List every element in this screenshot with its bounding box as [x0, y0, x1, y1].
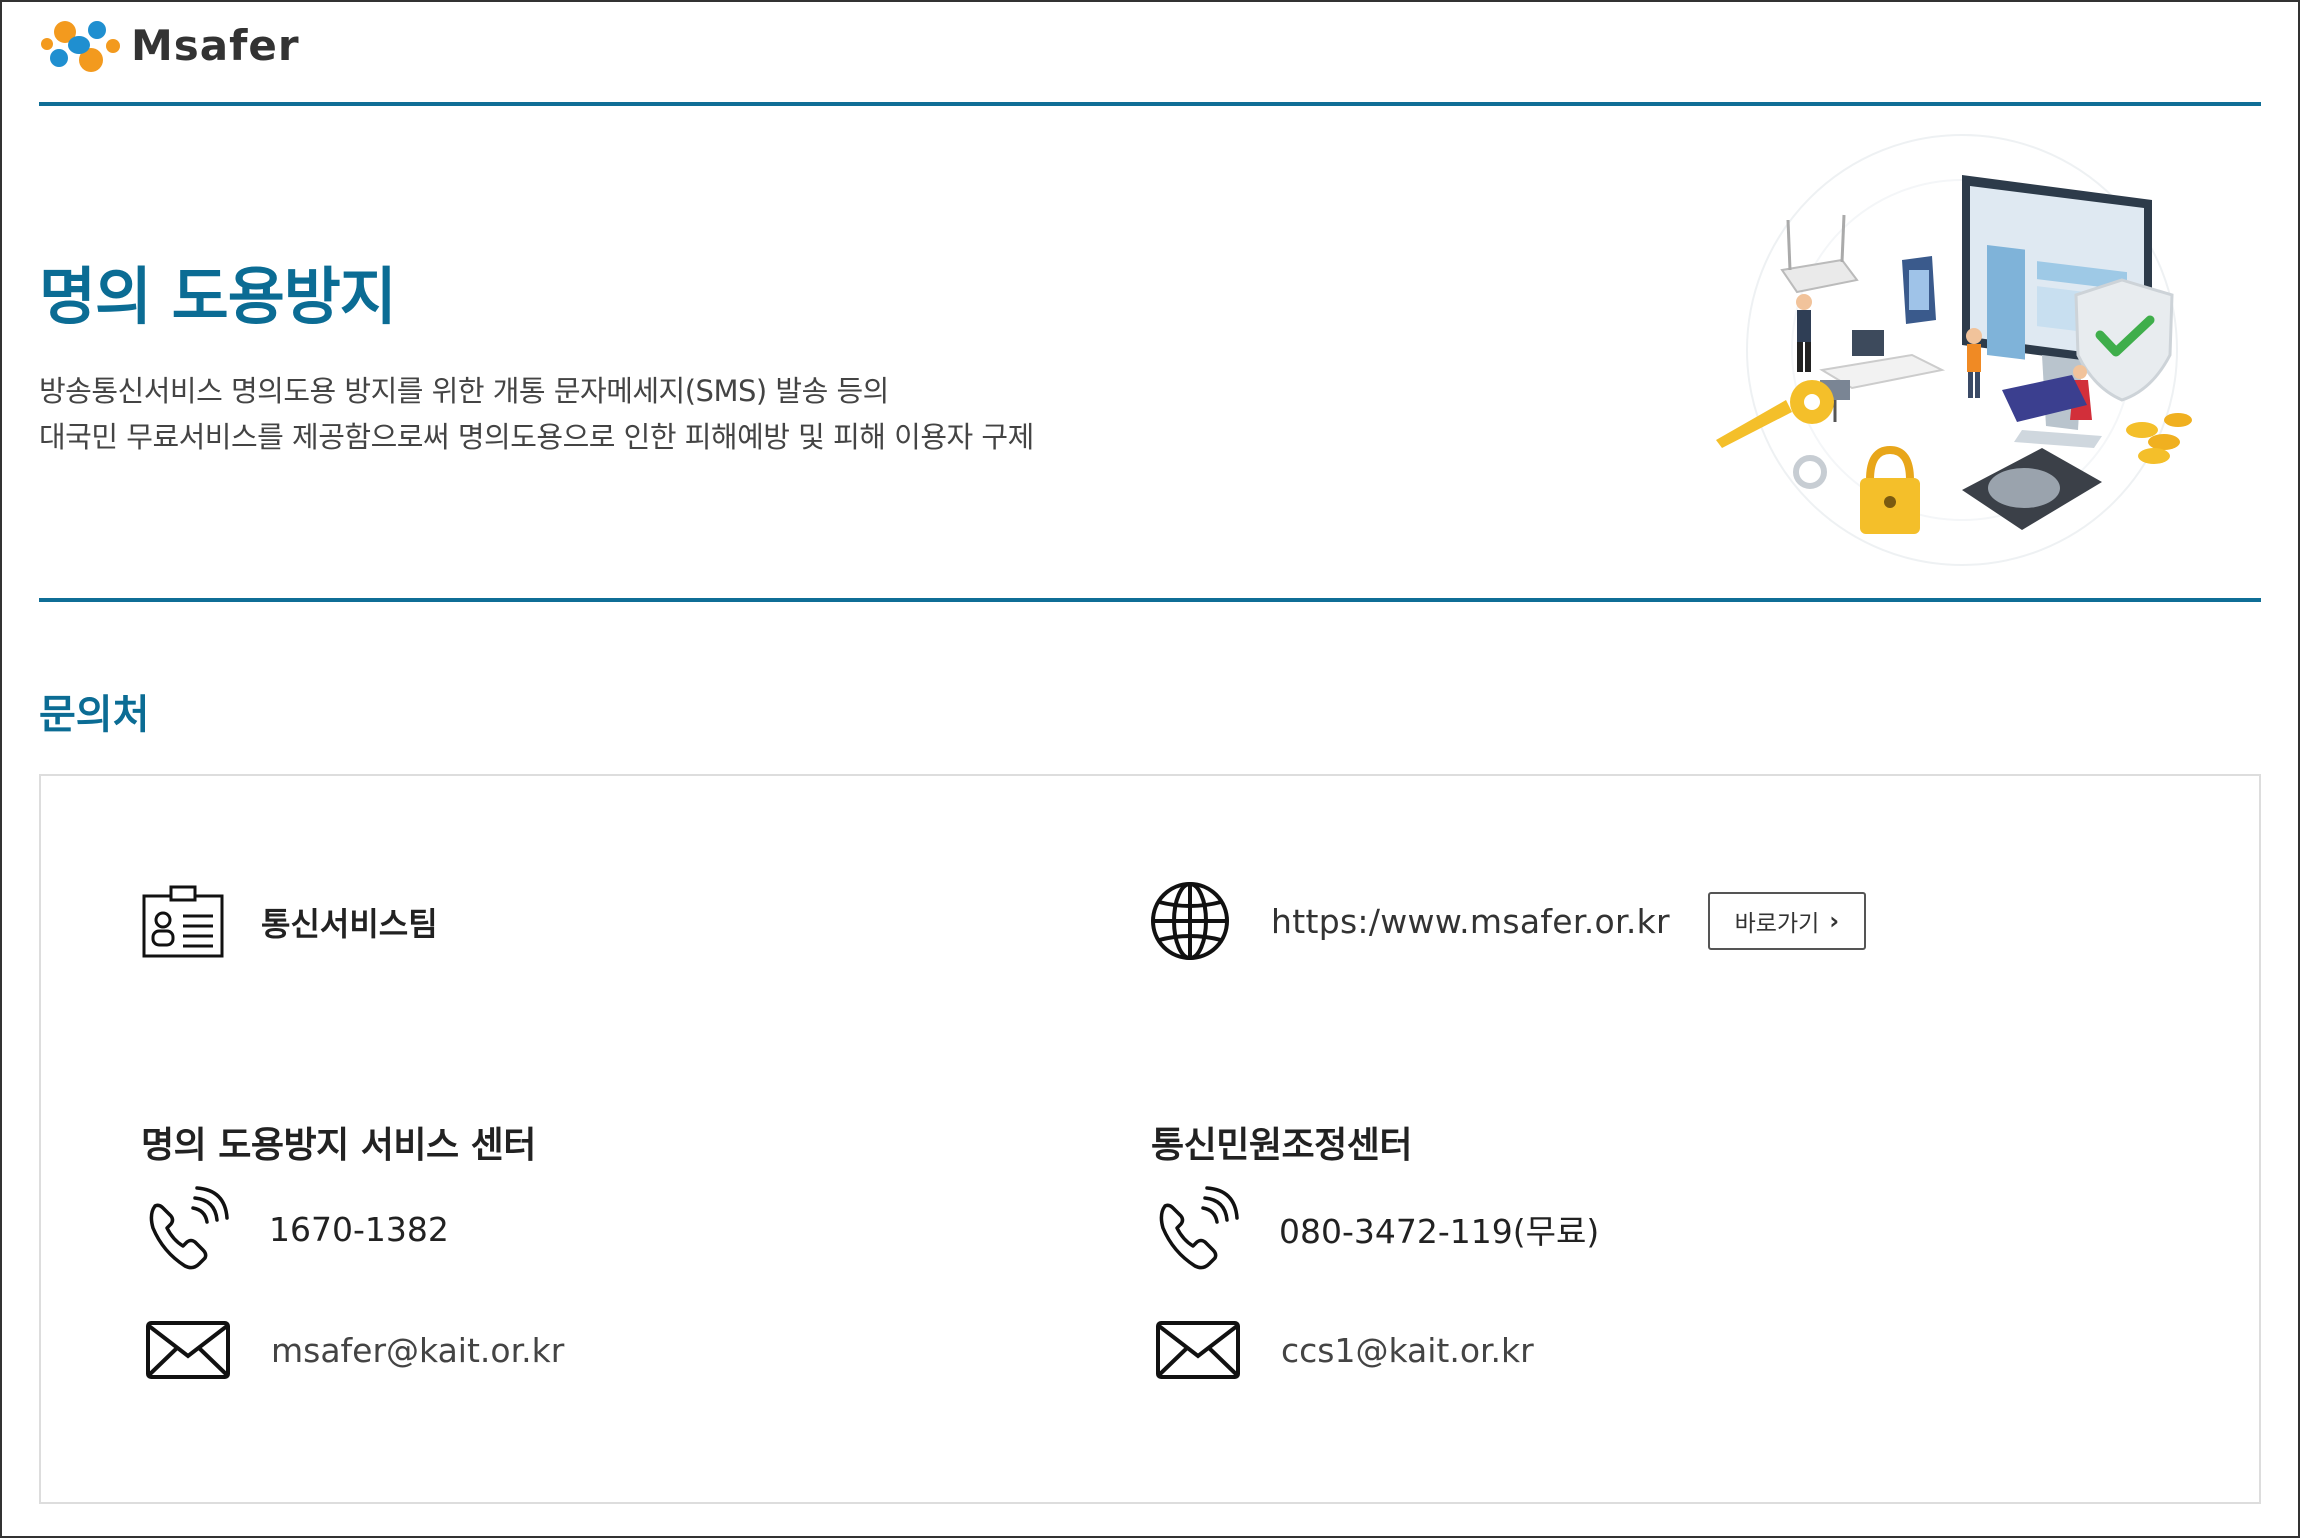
phone-icon: [149, 1186, 229, 1270]
center-title: 명의 도용방지 서비스 센터: [141, 1125, 536, 1166]
team-info: 통신서비스팀: [141, 884, 438, 960]
phone-info: 1670-1382: [141, 1186, 449, 1272]
phone-icon: [1159, 1186, 1239, 1270]
center-msafer: 명의 도용방지 서비스 센터 1670-1382 msafer@kait.or.…: [141, 1116, 1041, 1379]
page-title: 명의 도용방지: [39, 260, 397, 333]
site-logo[interactable]: Msafer: [39, 10, 300, 80]
email-address[interactable]: msafer@kait.or.kr: [271, 1331, 564, 1370]
website-url[interactable]: https:/www.msafer.or.kr: [1271, 902, 1670, 941]
security-illustration: [1716, 134, 2192, 566]
phone-info: 080-3472-119(무료): [1151, 1186, 1599, 1272]
globe-icon: [1151, 882, 1229, 960]
contact-section-title: 문의처: [39, 692, 150, 738]
email-info: ccs1@kait.or.kr: [1151, 1320, 1534, 1380]
center-ccs: 통신민원조정센터 080-3472-119(무료) ccs1@kait.or.k…: [1151, 1116, 2051, 1379]
email-info: msafer@kait.or.kr: [141, 1320, 564, 1380]
center-title: 통신민원조정센터: [1151, 1125, 1412, 1166]
team-name: 통신서비스팀: [261, 905, 438, 943]
brand-name: Msafer: [131, 20, 300, 70]
phone-number: 080-3472-119(무료): [1279, 1212, 1600, 1251]
hero-description: 방송통신서비스 명의도용 방지를 위한 개통 문자메세지(SMS) 발송 등의 …: [39, 368, 1034, 460]
page: Msafer 명의 도용방지 방송통신서비스 명의도용 방지를 위한 개통 문자…: [0, 0, 2300, 1538]
mail-icon: [1156, 1321, 1240, 1379]
msafer-logo-icon: [41, 21, 120, 72]
hero-description-line-2: 대국민 무료서비스를 제공함으로써 명의도용으로 인한 피해예방 및 피해 이용…: [39, 420, 1034, 454]
phone-number: 1670-1382: [269, 1209, 449, 1249]
hero-description-line-1: 방송통신서비스 명의도용 방지를 위한 개통 문자메세지(SMS) 발송 등의: [39, 374, 889, 408]
hero-divider: [39, 598, 2261, 602]
header-divider: [39, 102, 2261, 106]
chevron-right-icon: ›: [1829, 907, 1840, 935]
mail-icon: [146, 1321, 230, 1379]
website-info: https:/www.msafer.or.kr 바로가기 ›: [1149, 880, 1866, 962]
id-card-icon: [142, 885, 224, 958]
contact-box: 통신서비스팀 https:/www.msafer.or.kr 바로가기 › 명의…: [39, 774, 2261, 1504]
email-address[interactable]: ccs1@kait.or.kr: [1281, 1331, 1534, 1370]
go-button-label: 바로가기: [1734, 911, 1820, 937]
go-to-website-button[interactable]: 바로가기 ›: [1707, 892, 1866, 950]
